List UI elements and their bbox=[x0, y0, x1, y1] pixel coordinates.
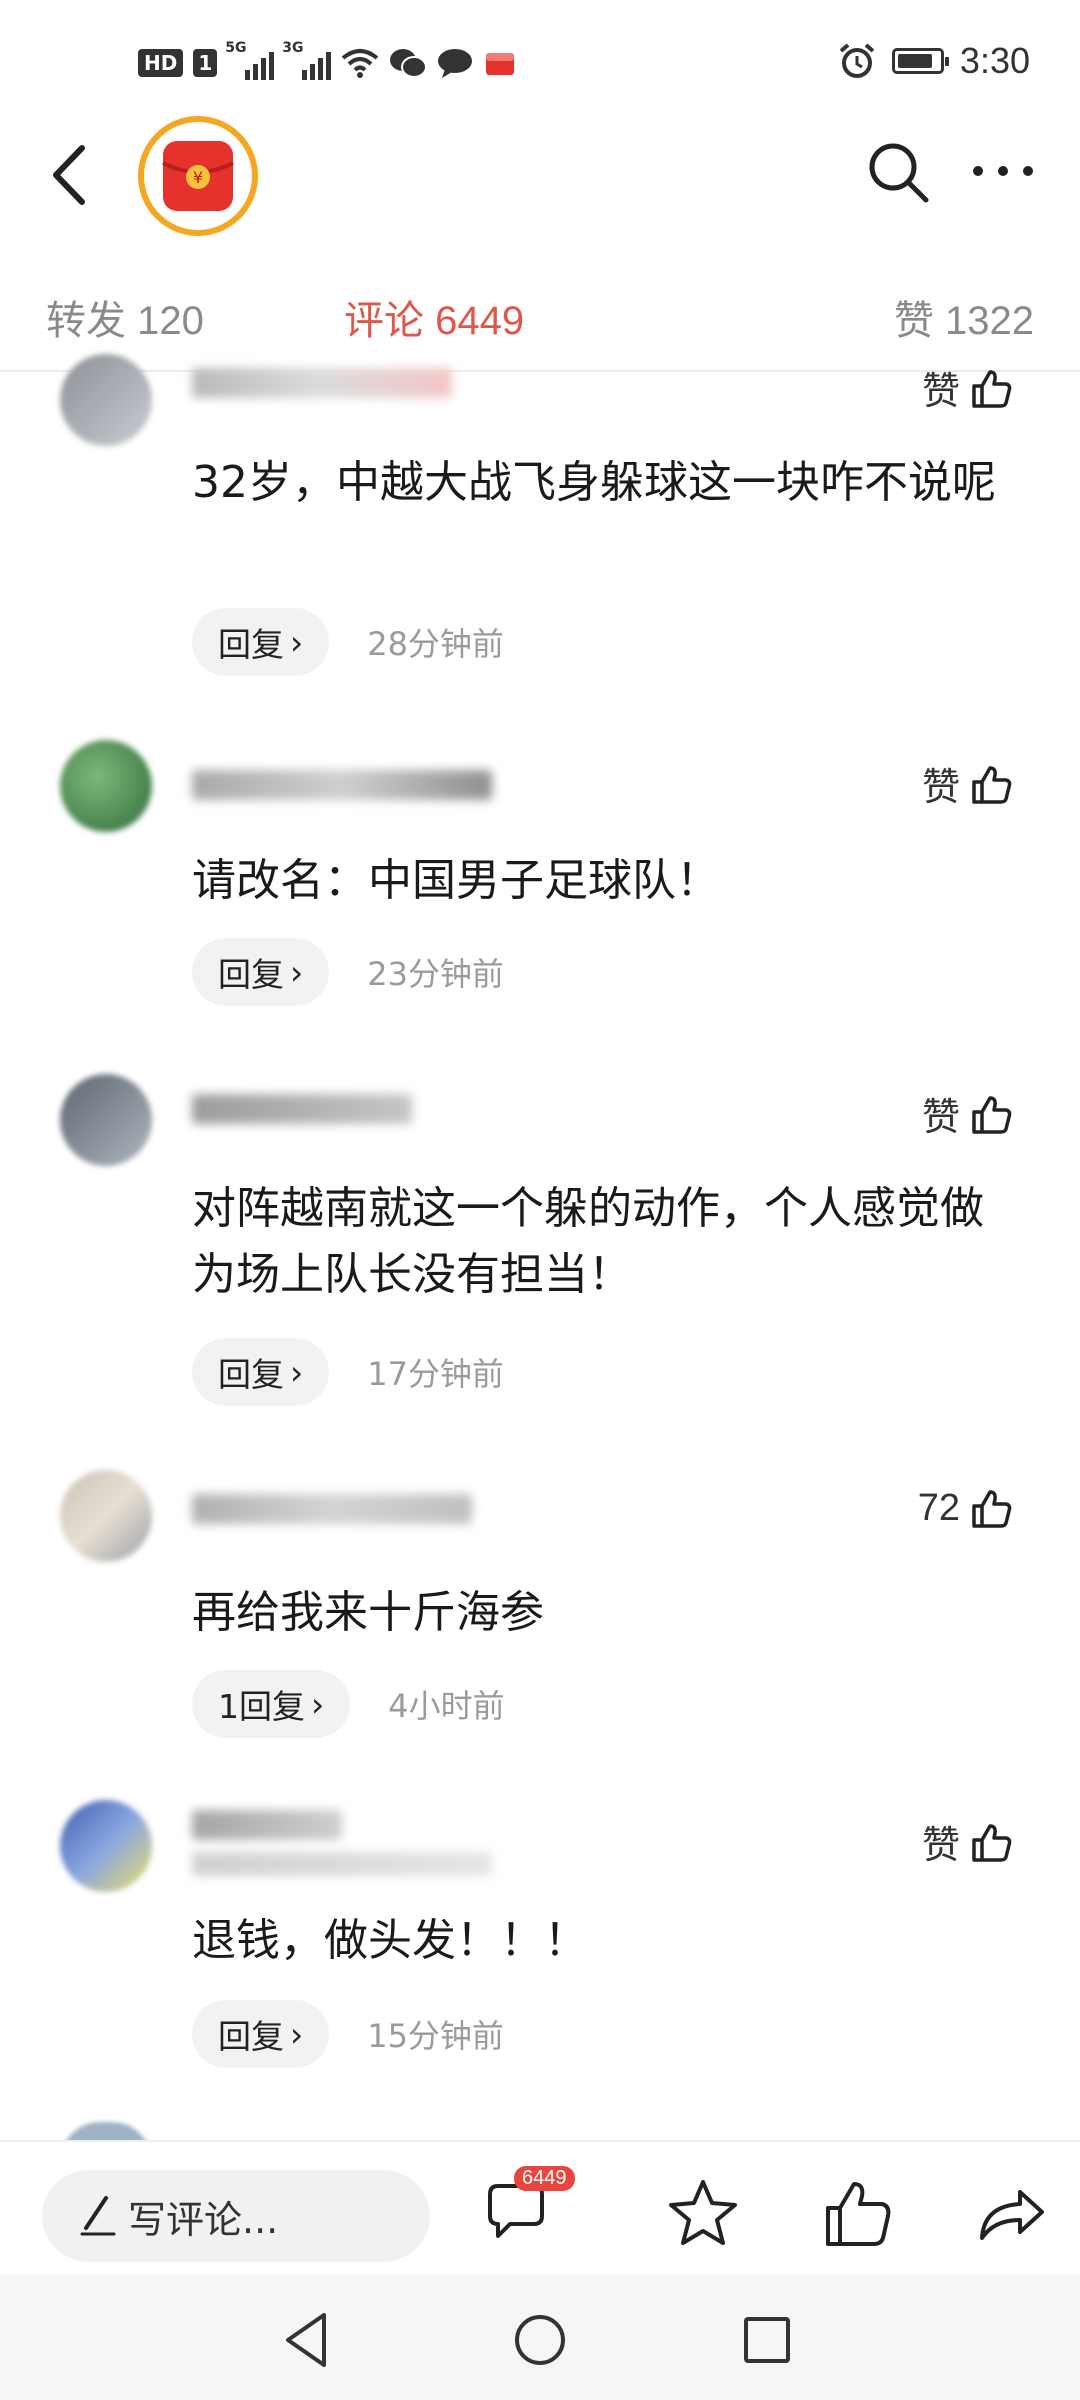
chevron-right-icon: › bbox=[290, 952, 304, 992]
comment-meta: 1回复 › 4小时前 bbox=[192, 1670, 505, 1738]
like-label: 赞 bbox=[921, 1097, 960, 1139]
write-comment-input[interactable]: 写评论... bbox=[42, 2170, 430, 2262]
wechat-icon bbox=[390, 49, 428, 78]
alarm-icon bbox=[839, 43, 875, 78]
like-label: 赞 bbox=[921, 767, 960, 809]
reply-button[interactable]: 回复 › bbox=[192, 938, 330, 1006]
thumbs-up-icon bbox=[972, 369, 1012, 408]
battery-icon bbox=[891, 48, 949, 74]
comment-time: 23分钟前 bbox=[367, 955, 504, 993]
comment-time: 4小时前 bbox=[388, 1687, 505, 1725]
comment-meta: 回复 › 15分钟前 bbox=[192, 2000, 504, 2068]
comment-button[interactable]: 6449 bbox=[478, 2166, 575, 2254]
reply-button[interactable]: 回复 › bbox=[192, 2000, 330, 2068]
like-label: 赞 bbox=[921, 1825, 960, 1867]
wifi-icon bbox=[341, 49, 379, 78]
chevron-right-icon: › bbox=[290, 622, 304, 662]
share-icon[interactable] bbox=[970, 2172, 1052, 2254]
like-label: 赞 bbox=[921, 371, 960, 413]
thumbs-up-icon bbox=[972, 765, 1012, 804]
comment-item: 赞 32岁，中越大战飞身躲球这一块咋不说呢 回复 › 28分钟前 bbox=[0, 340, 1080, 680]
comment-item: 赞 退钱，做头发！！！ 回复 › 15分钟前 bbox=[0, 1790, 1080, 2090]
reply-button[interactable]: 回复 › bbox=[192, 1338, 330, 1406]
signal-5g-icon: 5G bbox=[225, 40, 275, 80]
username-redacted[interactable] bbox=[192, 1094, 412, 1124]
pencil-icon bbox=[80, 2196, 116, 2236]
comment-text: 对阵越南就这一个躲的动作，个人感觉做为场上队长没有担当！ bbox=[192, 1183, 984, 1300]
hd-icon: HD bbox=[138, 49, 184, 77]
nav-recents-icon[interactable] bbox=[732, 2305, 802, 2375]
like-button[interactable]: 赞 bbox=[922, 1086, 1014, 1141]
user-avatar[interactable] bbox=[60, 354, 152, 446]
comment-text: 再给我来十斤海参 bbox=[192, 1587, 544, 1638]
comment-time: 28分钟前 bbox=[367, 625, 504, 663]
tab-likes[interactable]: 赞 1322 bbox=[894, 288, 1034, 346]
sim-1-icon: 1 bbox=[193, 49, 218, 77]
comment-meta: 回复 › 28分钟前 bbox=[192, 608, 504, 676]
user-avatar[interactable] bbox=[60, 740, 152, 832]
like-button[interactable]: 赞 bbox=[922, 756, 1014, 811]
comment-count-badge: 6449 bbox=[514, 2166, 575, 2191]
svg-text:¥: ¥ bbox=[193, 168, 203, 187]
clock: 3:30 bbox=[959, 40, 1030, 81]
user-avatar[interactable] bbox=[60, 1074, 152, 1166]
comment-time: 15分钟前 bbox=[367, 2017, 504, 2055]
like-button[interactable]: 赞 bbox=[922, 360, 1014, 415]
like-button[interactable]: 72 bbox=[918, 1486, 1014, 1530]
username-redacted[interactable] bbox=[192, 1494, 472, 1524]
more-icon[interactable] bbox=[968, 146, 1038, 196]
user-avatar[interactable] bbox=[60, 1800, 152, 1892]
reply-button[interactable]: 1回复 › bbox=[192, 1670, 351, 1738]
comment-time: 17分钟前 bbox=[367, 1355, 504, 1393]
like-count: 72 bbox=[917, 1486, 960, 1529]
app-notification-icon bbox=[486, 53, 515, 75]
username-redacted[interactable] bbox=[192, 770, 492, 800]
username-redacted[interactable] bbox=[192, 368, 452, 398]
reply-button[interactable]: 回复 › bbox=[192, 608, 330, 676]
comment-item: 赞 对阵越南就这一个躲的动作，个人感觉做为场上队长没有担当！ 回复 › 17分钟前 bbox=[0, 1060, 1080, 1430]
back-icon[interactable] bbox=[40, 140, 100, 210]
thumbs-up-icon bbox=[972, 1490, 1012, 1528]
nav-back-icon[interactable] bbox=[272, 2305, 342, 2375]
username-redacted[interactable] bbox=[192, 1810, 342, 1840]
comment-text: 32岁，中越大战飞身躲球这一块咋不说呢 bbox=[192, 457, 996, 508]
chat-bubble-icon bbox=[438, 49, 473, 78]
user-avatar[interactable] bbox=[60, 1470, 152, 1562]
system-navigation-bar bbox=[0, 2275, 1080, 2400]
tab-comments[interactable]: 评论 6449 bbox=[344, 288, 524, 346]
thumbs-up-icon[interactable] bbox=[818, 2172, 900, 2254]
red-envelope-avatar-icon: ¥ bbox=[150, 128, 246, 224]
user-subtitle-redacted bbox=[192, 1852, 492, 1876]
signal-3g-icon: 3G bbox=[282, 40, 332, 80]
comment-meta: 回复 › 17分钟前 bbox=[192, 1338, 504, 1406]
comment-item: 赞 请改名：中国男子足球队！ 回复 › 23分钟前 bbox=[0, 730, 1080, 1030]
comment-text: 退钱，做头发！！！ bbox=[192, 1915, 588, 1966]
comment-text: 请改名：中国男子足球队！ bbox=[192, 855, 720, 906]
write-comment-placeholder: 写评论... bbox=[128, 2197, 279, 2242]
status-icons-right: 3:30 bbox=[838, 40, 1030, 82]
header: ¥ bbox=[0, 110, 1080, 240]
thumbs-up-icon bbox=[972, 1095, 1012, 1134]
search-icon[interactable] bbox=[862, 136, 934, 208]
nav-home-icon[interactable] bbox=[505, 2305, 575, 2375]
comment-item: 72 再给我来十斤海参 1回复 › 4小时前 bbox=[0, 1460, 1080, 1760]
avatar[interactable]: ¥ bbox=[138, 116, 258, 236]
like-button[interactable]: 赞 bbox=[922, 1814, 1014, 1869]
tab-reposts[interactable]: 转发 120 bbox=[46, 288, 204, 346]
chevron-right-icon: › bbox=[311, 1684, 325, 1724]
bottom-action-bar: 写评论... 6449 bbox=[0, 2140, 1080, 2277]
status-icons-left: HD 1 5G 3G bbox=[138, 40, 517, 80]
comment-meta: 回复 › 23分钟前 bbox=[192, 938, 504, 1006]
chevron-right-icon: › bbox=[290, 1352, 304, 1392]
chevron-right-icon: › bbox=[290, 2014, 304, 2054]
star-icon[interactable] bbox=[662, 2172, 744, 2254]
thumbs-up-icon bbox=[972, 1823, 1012, 1862]
